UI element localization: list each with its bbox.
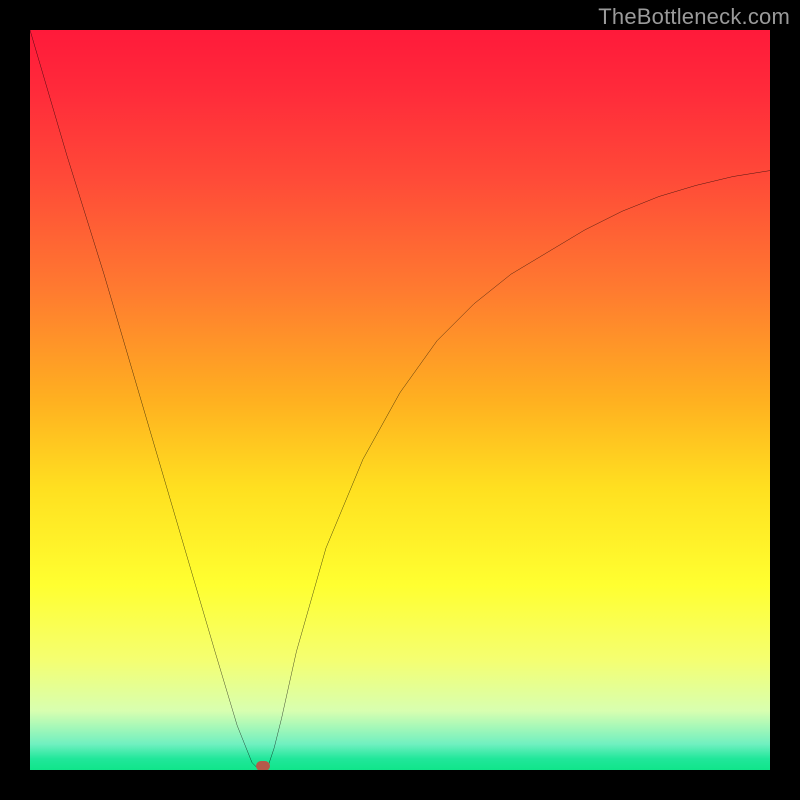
watermark-text: TheBottleneck.com [598,4,790,30]
bottleneck-curve [30,30,770,770]
minimum-marker [256,761,270,770]
chart-frame: TheBottleneck.com [0,0,800,800]
plot-area [30,30,770,770]
